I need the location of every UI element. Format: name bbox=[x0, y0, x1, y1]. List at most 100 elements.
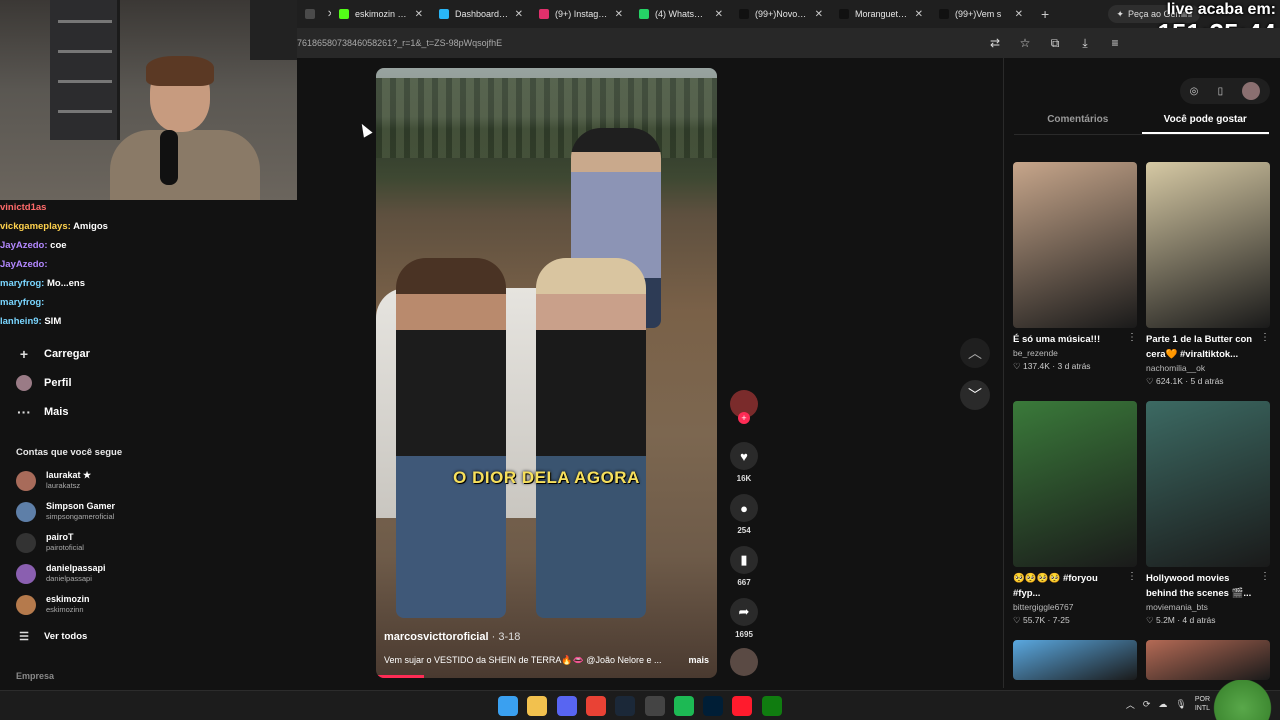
more-options-icon[interactable]: ⋮ bbox=[1260, 571, 1270, 582]
video-thumbnail[interactable] bbox=[1013, 640, 1137, 680]
avatar bbox=[16, 594, 36, 615]
tab-you-may-like[interactable]: Você pode gostar bbox=[1141, 114, 1269, 134]
recommended-video-card[interactable] bbox=[1013, 640, 1137, 680]
browser-tab[interactable]: (99+)Novo víd ✕ bbox=[731, 0, 831, 28]
video-thumbnail[interactable] bbox=[1146, 162, 1270, 328]
user-avatar[interactable] bbox=[1242, 82, 1261, 100]
address-bar[interactable]: 7618658073846058261?_r=1&_t=ZS-98pWqsojf… bbox=[297, 28, 1280, 58]
spotify-icon[interactable] bbox=[673, 696, 694, 716]
recommended-video-card[interactable]: Parte 1 de la Butter con cera🧡 #viraltik… bbox=[1146, 162, 1270, 388]
card-user[interactable]: moviemania_bts bbox=[1146, 601, 1270, 614]
share-button[interactable]: ➦ 1695 bbox=[730, 598, 758, 639]
browser-tab[interactable]: (99+)Vem s ✕ bbox=[931, 0, 1031, 28]
close-icon[interactable]: ✕ bbox=[415, 9, 423, 20]
close-icon[interactable]: ✕ bbox=[815, 9, 823, 20]
browser-tab[interactable]: m✕ bbox=[297, 0, 331, 28]
card-user[interactable]: nachomilia__ok bbox=[1146, 362, 1270, 375]
sync-icon[interactable]: ⟳ bbox=[1143, 699, 1151, 710]
video-frame-person bbox=[536, 258, 646, 618]
media-control-icon[interactable]: ≡ bbox=[1106, 34, 1124, 52]
nav-upload[interactable]: + Carregar bbox=[16, 346, 90, 362]
stream-chat-overlay: vinictd1as vickgameplays: Amigos JayAzedo… bbox=[0, 198, 140, 331]
follow-plus-icon[interactable]: + bbox=[738, 412, 750, 424]
system-tray: ︿ ⟳ ☁ 🎙 POR INTL bbox=[1126, 695, 1210, 713]
close-icon[interactable]: ✕ bbox=[515, 9, 523, 20]
opera-icon[interactable] bbox=[732, 696, 753, 716]
followed-account[interactable]: laurakat ★ laurakatsz bbox=[16, 470, 91, 491]
save-button[interactable]: ▮ 667 bbox=[730, 546, 758, 587]
panel-controls: ◎ ▯ bbox=[1180, 78, 1270, 104]
card-title[interactable]: Hollywood movies behind the scenes 🎬... bbox=[1146, 571, 1270, 601]
browser-tab[interactable]: Moranguete n ✕ bbox=[831, 0, 931, 28]
followed-account[interactable]: eskimozin eskimozinn bbox=[16, 594, 90, 615]
card-stats: ♡ 137.4K · 3 d atrás bbox=[1013, 361, 1091, 371]
card-user[interactable]: bittergiggle6767 bbox=[1013, 601, 1137, 614]
bookmark-star-icon[interactable]: ☆ bbox=[1016, 34, 1034, 52]
xbox-icon[interactable] bbox=[761, 696, 782, 716]
music-disc-button[interactable] bbox=[730, 648, 758, 676]
translate-icon[interactable]: ⇄ bbox=[986, 34, 1004, 52]
obs-icon[interactable] bbox=[644, 696, 665, 716]
url-text[interactable]: 7618658073846058261?_r=1&_t=ZS-98pWqsojf… bbox=[297, 38, 980, 48]
more-button[interactable]: mais bbox=[688, 655, 709, 666]
new-tab-button[interactable]: + bbox=[1031, 6, 1059, 22]
file-explorer-icon[interactable] bbox=[527, 696, 548, 716]
chevron-up-icon[interactable]: ︿ bbox=[1126, 698, 1135, 711]
nav-profile[interactable]: Perfil bbox=[16, 375, 72, 391]
card-title[interactable]: 🥺🥺🥺🥺 #foryou #fyp... bbox=[1013, 571, 1137, 601]
followed-account[interactable]: pairoT pairotoficial bbox=[16, 532, 84, 553]
next-video-button[interactable]: ﹀ bbox=[960, 380, 990, 410]
more-options-icon[interactable]: ⋮ bbox=[1127, 332, 1137, 343]
windows-start-icon[interactable] bbox=[498, 696, 518, 716]
video-thumbnail[interactable] bbox=[1013, 162, 1137, 328]
discord-icon[interactable] bbox=[556, 696, 577, 716]
like-button[interactable]: ♥ 16K bbox=[730, 442, 758, 483]
recommended-video-card[interactable]: 🥺🥺🥺🥺 #foryou #fyp... bittergiggle6767 ♡ 55… bbox=[1013, 401, 1137, 627]
browser-tab[interactable]: (9+) Instagram ✕ bbox=[531, 0, 631, 28]
cloud-icon[interactable]: ☁ bbox=[1158, 699, 1167, 710]
author-name[interactable]: marcosvicttoroficial bbox=[384, 631, 489, 643]
followed-account[interactable]: Simpson Gamer simpsongameroficial bbox=[16, 501, 115, 522]
browser-tab[interactable]: Dashboard • P ✕ bbox=[431, 0, 531, 28]
microphone-icon[interactable]: 🎙 bbox=[1175, 699, 1186, 710]
video-thumbnail[interactable] bbox=[1146, 401, 1270, 567]
photoshop-icon[interactable] bbox=[703, 696, 724, 716]
video-thumbnail[interactable] bbox=[1146, 640, 1270, 680]
see-all-link[interactable]: ☰ Ver todos bbox=[16, 628, 87, 644]
pepe-emote-overlay bbox=[1205, 680, 1280, 720]
steam-icon[interactable] bbox=[615, 696, 636, 716]
close-icon[interactable]: ✕ bbox=[1015, 9, 1023, 20]
video-thumbnail[interactable] bbox=[1013, 401, 1137, 567]
chrome-icon[interactable] bbox=[585, 696, 606, 716]
compass-icon[interactable]: ◎ bbox=[1190, 86, 1199, 97]
close-icon[interactable]: ✕ bbox=[615, 9, 623, 20]
footer-company[interactable]: Empresa bbox=[16, 671, 54, 681]
followed-account[interactable]: danielpassapi danielpassapi bbox=[16, 563, 106, 584]
tab-comments[interactable]: Comentários bbox=[1014, 114, 1142, 134]
more-options-icon[interactable]: ⋮ bbox=[1260, 332, 1270, 343]
comment-button[interactable]: ● 254 bbox=[730, 494, 758, 535]
recommended-video-card[interactable] bbox=[1146, 640, 1270, 680]
extensions-icon[interactable]: ⧉ bbox=[1046, 34, 1064, 52]
card-user[interactable]: be_rezende bbox=[1013, 347, 1137, 360]
recommended-video-card[interactable]: É só uma música!!! be_rezende ♡ 137.4K · 3… bbox=[1013, 162, 1137, 373]
video-progress-bar[interactable] bbox=[376, 675, 424, 678]
nav-more[interactable]: ··· Mais bbox=[16, 404, 68, 420]
video-player[interactable]: O DIOR DELA AGORA marcosvicttoroficial ·… bbox=[376, 68, 717, 678]
browser-tab[interactable]: (4) WhatsApp ✕ bbox=[631, 0, 731, 28]
account-name: eskimozin bbox=[46, 594, 90, 604]
close-icon[interactable]: ✕ bbox=[915, 9, 923, 20]
phone-icon[interactable]: ▯ bbox=[1218, 86, 1224, 97]
creator-avatar-button[interactable]: + bbox=[730, 390, 758, 424]
chat-text: Mo...ens bbox=[46, 278, 85, 289]
card-title[interactable]: É só uma música!!! bbox=[1013, 332, 1137, 347]
more-options-icon[interactable]: ⋮ bbox=[1127, 571, 1137, 582]
previous-video-button[interactable]: ︿ bbox=[960, 338, 990, 368]
card-title[interactable]: Parte 1 de la Butter con cera🧡 #viraltik… bbox=[1146, 332, 1270, 362]
chat-message: vinictd1as bbox=[0, 198, 140, 217]
browser-tab[interactable]: eskimozin Stre ✕ bbox=[331, 0, 431, 28]
recommended-video-card[interactable]: Hollywood movies behind the scenes 🎬... m… bbox=[1146, 401, 1270, 627]
download-icon[interactable]: ⤓ bbox=[1076, 34, 1094, 52]
video-author[interactable]: marcosvicttoroficial · 3-18 bbox=[384, 631, 520, 643]
close-icon[interactable]: ✕ bbox=[715, 9, 723, 20]
